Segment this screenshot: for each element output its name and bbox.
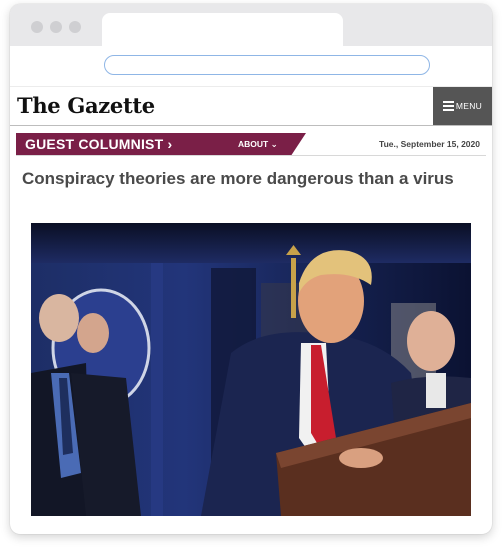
browser-titlebar bbox=[10, 4, 492, 46]
window-minimize-button[interactable] bbox=[50, 21, 62, 33]
about-dropdown[interactable]: ABOUT ⌄ bbox=[238, 139, 278, 150]
site-masthead: The Gazette MENU bbox=[10, 87, 492, 126]
browser-toolbar bbox=[10, 46, 492, 87]
site-logo[interactable]: The Gazette bbox=[17, 93, 155, 118]
section-bar: GUEST COLUMNIST › ABOUT ⌄ Tue., Septembe… bbox=[16, 133, 486, 156]
article-photo bbox=[31, 223, 471, 516]
chevron-right-icon: › bbox=[167, 136, 173, 152]
menu-button[interactable]: MENU bbox=[433, 87, 492, 125]
hamburger-icon bbox=[442, 99, 454, 113]
publish-date: Tue., September 15, 2020 bbox=[379, 139, 480, 149]
article-headline: Conspiracy theories are more dangerous t… bbox=[22, 169, 454, 188]
about-label: ABOUT bbox=[238, 139, 269, 149]
window-maximize-button[interactable] bbox=[69, 21, 81, 33]
browser-tab[interactable] bbox=[102, 13, 343, 46]
address-bar-input[interactable] bbox=[104, 55, 430, 75]
chevron-down-icon: ⌄ bbox=[270, 139, 278, 149]
section-title-link[interactable]: GUEST COLUMNIST › bbox=[25, 136, 172, 152]
menu-button-label: MENU bbox=[455, 101, 483, 111]
section-title-label: GUEST COLUMNIST bbox=[25, 136, 164, 152]
browser-window: The Gazette MENU GUEST COLUMNIST › ABOUT… bbox=[10, 4, 492, 534]
window-close-button[interactable] bbox=[31, 21, 43, 33]
